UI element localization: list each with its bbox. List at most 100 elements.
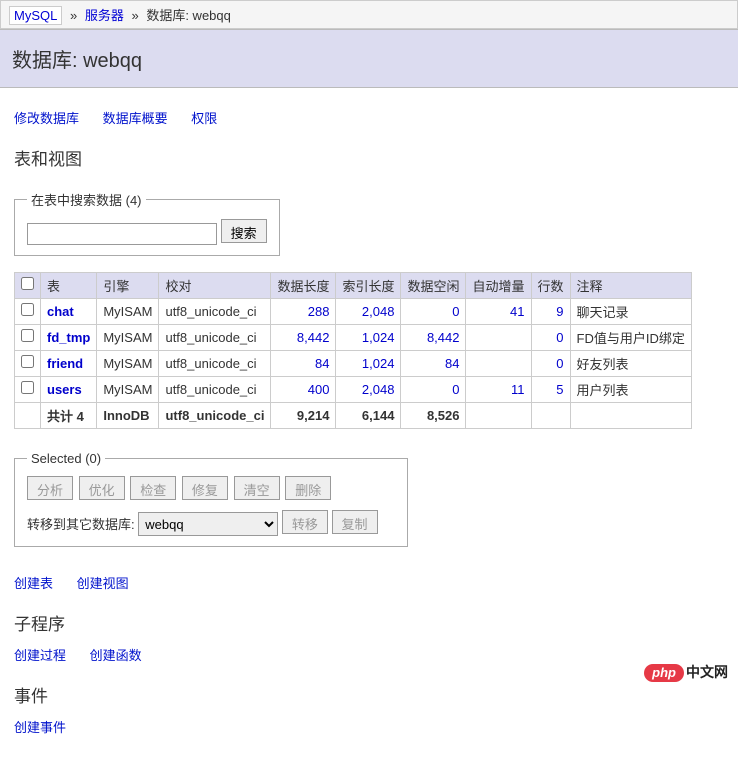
cell-index-len: 1,024 <box>336 350 401 376</box>
breadcrumb-server[interactable]: 服务器 <box>85 8 124 23</box>
cell-collation: utf8_unicode_ci <box>159 376 271 402</box>
cell-index-len: 2,048 <box>336 298 401 324</box>
move-button[interactable]: 转移 <box>282 510 328 534</box>
footer-label: 共计 4 <box>41 402 97 428</box>
search-legend: 在表中搜索数据 (4) <box>27 190 146 209</box>
create-procedure-link[interactable]: 创建过程 <box>14 648 66 663</box>
row-checkbox[interactable] <box>21 303 34 316</box>
cell-data-free: 0 <box>401 376 466 402</box>
col-rows: 行数 <box>531 272 570 298</box>
cell-engine: MyISAM <box>97 350 159 376</box>
drop-button[interactable]: 删除 <box>285 476 331 500</box>
logo-php: php <box>644 664 684 682</box>
cell-auto-incr: 41 <box>466 298 531 324</box>
move-database-select[interactable]: webqq <box>138 512 278 536</box>
cell-rows: 9 <box>531 298 570 324</box>
create-table-link[interactable]: 创建表 <box>14 576 53 591</box>
page-title: 数据库: webqq <box>12 44 726 73</box>
col-index-len: 索引长度 <box>336 272 401 298</box>
page-header: 数据库: webqq <box>0 29 738 88</box>
table-row: friendMyISAMutf8_unicode_ci841,024840好友列… <box>15 350 692 376</box>
optimize-button[interactable]: 优化 <box>79 476 125 500</box>
move-label: 转移到其它数据库: <box>27 517 135 532</box>
create-function-link[interactable]: 创建函数 <box>90 648 142 663</box>
breadcrumb-database: 数据库: webqq <box>146 8 231 23</box>
top-links: 修改数据库 数据库概要 权限 <box>14 108 724 127</box>
cell-auto-incr: 11 <box>466 376 531 402</box>
repair-button[interactable]: 修复 <box>182 476 228 500</box>
select-all-checkbox[interactable] <box>21 277 34 290</box>
create-event-link[interactable]: 创建事件 <box>14 720 66 735</box>
footer-collation: utf8_unicode_ci <box>159 402 271 428</box>
alter-database-link[interactable]: 修改数据库 <box>14 111 79 126</box>
truncate-button[interactable]: 清空 <box>234 476 280 500</box>
footer-data-free: 8,526 <box>401 402 466 428</box>
table-name-link[interactable]: friend <box>47 356 83 371</box>
cell-data-free: 84 <box>401 350 466 376</box>
cell-engine: MyISAM <box>97 324 159 350</box>
breadcrumb-sep: » <box>70 8 77 23</box>
breadcrumb: MySQL » 服务器 » 数据库: webqq <box>0 0 738 29</box>
search-button[interactable]: 搜索 <box>221 219 267 243</box>
cell-data-free: 0 <box>401 298 466 324</box>
row-checkbox[interactable] <box>21 381 34 394</box>
col-engine: 引擎 <box>97 272 159 298</box>
cell-data-len: 400 <box>271 376 336 402</box>
cell-rows: 0 <box>531 350 570 376</box>
col-comment: 注释 <box>570 272 691 298</box>
cell-data-len: 8,442 <box>271 324 336 350</box>
cell-auto-incr <box>466 324 531 350</box>
cell-collation: utf8_unicode_ci <box>159 298 271 324</box>
cell-collation: utf8_unicode_ci <box>159 324 271 350</box>
analyze-button[interactable]: 分析 <box>27 476 73 500</box>
cell-index-len: 2,048 <box>336 376 401 402</box>
tables-views-heading: 表和视图 <box>14 145 724 170</box>
cell-rows: 5 <box>531 376 570 402</box>
col-collation: 校对 <box>159 272 271 298</box>
cell-engine: MyISAM <box>97 298 159 324</box>
cell-data-len: 84 <box>271 350 336 376</box>
privileges-link[interactable]: 权限 <box>191 111 217 126</box>
cell-index-len: 1,024 <box>336 324 401 350</box>
cell-comment: 聊天记录 <box>570 298 691 324</box>
search-fieldset: 在表中搜索数据 (4) 搜索 <box>14 190 280 256</box>
cell-comment: 用户列表 <box>570 376 691 402</box>
footer-engine: InnoDB <box>97 402 159 428</box>
table-row: chat MyISAMutf8_unicode_ci2882,0480419聊天记… <box>15 298 692 324</box>
table-name-link[interactable]: users <box>47 382 82 397</box>
table-name-link[interactable]: chat <box>47 304 74 319</box>
footer-data-len: 9,214 <box>271 402 336 428</box>
copy-button[interactable]: 复制 <box>332 510 378 534</box>
table-row: fd_tmpMyISAMutf8_unicode_ci8,4421,0248,4… <box>15 324 692 350</box>
tables-list: 表 引擎 校对 数据长度 索引长度 数据空闲 自动增量 行数 注释 chat My… <box>14 272 692 429</box>
footer-index-len: 6,144 <box>336 402 401 428</box>
table-footer-row: 共计 4InnoDButf8_unicode_ci9,2146,1448,526 <box>15 402 692 428</box>
search-input[interactable] <box>27 223 217 245</box>
breadcrumb-sep: » <box>131 8 138 23</box>
cell-comment: 好友列表 <box>570 350 691 376</box>
col-data-free: 数据空闲 <box>401 272 466 298</box>
breadcrumb-mysql[interactable]: MySQL <box>9 6 62 25</box>
logo-cn: 中文网 <box>686 664 728 680</box>
cell-collation: utf8_unicode_ci <box>159 350 271 376</box>
cell-rows: 0 <box>531 324 570 350</box>
selected-legend: Selected (0) <box>27 451 105 466</box>
col-data-len: 数据长度 <box>271 272 336 298</box>
cell-data-free: 8,442 <box>401 324 466 350</box>
row-checkbox[interactable] <box>21 329 34 342</box>
col-auto-incr: 自动增量 <box>466 272 531 298</box>
table-name-link[interactable]: fd_tmp <box>47 330 90 345</box>
row-checkbox[interactable] <box>21 355 34 368</box>
cell-data-len: 288 <box>271 298 336 324</box>
cell-auto-incr <box>466 350 531 376</box>
select-all-header <box>15 272 41 298</box>
check-button[interactable]: 检查 <box>130 476 176 500</box>
cell-engine: MyISAM <box>97 376 159 402</box>
col-table: 表 <box>41 272 97 298</box>
database-schema-link[interactable]: 数据库概要 <box>103 111 168 126</box>
cell-comment: FD值与用户ID绑定 <box>570 324 691 350</box>
table-row: users MyISAMutf8_unicode_ci4002,0480115用户… <box>15 376 692 402</box>
selected-fieldset: Selected (0) 分析 优化 检查 修复 清空 删除 转移到其它数据库:… <box>14 451 408 548</box>
create-view-link[interactable]: 创建视图 <box>77 576 129 591</box>
routines-heading: 子程序 <box>14 610 724 635</box>
